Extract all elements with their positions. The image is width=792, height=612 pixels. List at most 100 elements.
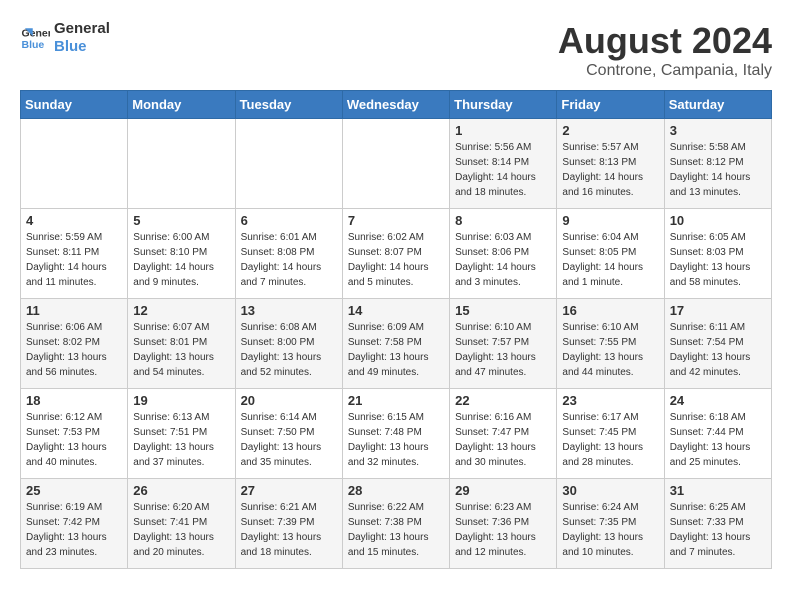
day-cell: 18 Sunrise: 6:12 AM Sunset: 7:53 PM Dayli… <box>21 389 128 479</box>
day-header-friday: Friday <box>557 91 664 119</box>
day-info: Sunrise: 6:12 AM Sunset: 7:53 PM Dayligh… <box>26 410 122 470</box>
day-info: Sunrise: 6:17 AM Sunset: 7:45 PM Dayligh… <box>562 410 658 470</box>
day-number: 15 <box>455 303 551 318</box>
day-info: Sunrise: 6:15 AM Sunset: 7:48 PM Dayligh… <box>348 410 444 470</box>
day-info: Sunrise: 6:24 AM Sunset: 7:35 PM Dayligh… <box>562 500 658 560</box>
day-number: 26 <box>133 483 229 498</box>
day-cell: 26 Sunrise: 6:20 AM Sunset: 7:41 PM Dayli… <box>128 479 235 569</box>
day-cell <box>128 119 235 209</box>
day-cell: 22 Sunrise: 6:16 AM Sunset: 7:47 PM Dayli… <box>450 389 557 479</box>
day-number: 31 <box>670 483 766 498</box>
day-number: 11 <box>26 303 122 318</box>
day-info: Sunrise: 6:03 AM Sunset: 8:06 PM Dayligh… <box>455 230 551 290</box>
day-cell: 5 Sunrise: 6:00 AM Sunset: 8:10 PM Daylig… <box>128 209 235 299</box>
location-subtitle: Controne, Campania, Italy <box>558 62 772 80</box>
day-number: 20 <box>241 393 337 408</box>
day-number: 7 <box>348 213 444 228</box>
day-cell: 16Sunrise: 6:10 AM Sunset: 7:55 PM Dayli… <box>557 299 664 389</box>
day-cell: 19Sunrise: 6:13 AM Sunset: 7:51 PM Dayli… <box>128 389 235 479</box>
day-info: Sunrise: 6:23 AM Sunset: 7:36 PM Dayligh… <box>455 500 551 560</box>
week-row-2: 4Sunrise: 5:59 AM Sunset: 8:11 PM Daylig… <box>21 209 772 299</box>
day-cell: 25 Sunrise: 6:19 AM Sunset: 7:42 PM Dayli… <box>21 479 128 569</box>
logo-icon: General Blue <box>20 23 50 53</box>
logo-line1: General <box>54 20 110 38</box>
day-number: 1 <box>455 123 551 138</box>
day-cell: 14Sunrise: 6:09 AM Sunset: 7:58 PM Dayli… <box>342 299 449 389</box>
day-number: 30 <box>562 483 658 498</box>
day-cell: 30 Sunrise: 6:24 AM Sunset: 7:35 PM Dayli… <box>557 479 664 569</box>
day-cell: 29Sunrise: 6:23 AM Sunset: 7:36 PM Dayli… <box>450 479 557 569</box>
day-number: 9 <box>562 213 658 228</box>
day-cell: 21Sunrise: 6:15 AM Sunset: 7:48 PM Dayli… <box>342 389 449 479</box>
day-cell: 4Sunrise: 5:59 AM Sunset: 8:11 PM Daylig… <box>21 209 128 299</box>
day-info: Sunrise: 5:59 AM Sunset: 8:11 PM Dayligh… <box>26 230 122 290</box>
day-number: 5 <box>133 213 229 228</box>
day-number: 12 <box>133 303 229 318</box>
day-header-saturday: Saturday <box>664 91 771 119</box>
day-number: 22 <box>455 393 551 408</box>
day-info: Sunrise: 5:56 AM Sunset: 8:14 PM Dayligh… <box>455 140 551 200</box>
day-cell: 17Sunrise: 6:11 AM Sunset: 7:54 PM Dayli… <box>664 299 771 389</box>
day-cell <box>342 119 449 209</box>
day-cell: 6Sunrise: 6:01 AM Sunset: 8:08 PM Daylig… <box>235 209 342 299</box>
day-info: Sunrise: 6:13 AM Sunset: 7:51 PM Dayligh… <box>133 410 229 470</box>
day-info: Sunrise: 6:19 AM Sunset: 7:42 PM Dayligh… <box>26 500 122 560</box>
day-header-tuesday: Tuesday <box>235 91 342 119</box>
day-header-thursday: Thursday <box>450 91 557 119</box>
day-info: Sunrise: 6:09 AM Sunset: 7:58 PM Dayligh… <box>348 320 444 380</box>
day-info: Sunrise: 6:00 AM Sunset: 8:10 PM Dayligh… <box>133 230 229 290</box>
day-cell: 11 Sunrise: 6:06 AM Sunset: 8:02 PM Dayli… <box>21 299 128 389</box>
day-cell: 3 Sunrise: 5:58 AM Sunset: 8:12 PM Daylig… <box>664 119 771 209</box>
page-header: General Blue General Blue August 2024 Co… <box>20 20 772 80</box>
day-header-sunday: Sunday <box>21 91 128 119</box>
day-number: 8 <box>455 213 551 228</box>
week-row-4: 18 Sunrise: 6:12 AM Sunset: 7:53 PM Dayli… <box>21 389 772 479</box>
day-number: 2 <box>562 123 658 138</box>
day-info: Sunrise: 5:57 AM Sunset: 8:13 PM Dayligh… <box>562 140 658 200</box>
header-row: SundayMondayTuesdayWednesdayThursdayFrid… <box>21 91 772 119</box>
day-info: Sunrise: 6:05 AM Sunset: 8:03 PM Dayligh… <box>670 230 766 290</box>
day-number: 18 <box>26 393 122 408</box>
day-info: Sunrise: 6:01 AM Sunset: 8:08 PM Dayligh… <box>241 230 337 290</box>
day-cell: 9Sunrise: 6:04 AM Sunset: 8:05 PM Daylig… <box>557 209 664 299</box>
svg-text:Blue: Blue <box>22 39 45 51</box>
day-cell: 20 Sunrise: 6:14 AM Sunset: 7:50 PM Dayli… <box>235 389 342 479</box>
day-cell: 8 Sunrise: 6:03 AM Sunset: 8:06 PM Daylig… <box>450 209 557 299</box>
title-block: August 2024 Controne, Campania, Italy <box>558 20 772 80</box>
week-row-5: 25 Sunrise: 6:19 AM Sunset: 7:42 PM Dayli… <box>21 479 772 569</box>
logo-line2: Blue <box>54 38 110 56</box>
day-number: 23 <box>562 393 658 408</box>
day-cell <box>21 119 128 209</box>
svg-text:General: General <box>22 28 51 40</box>
day-info: Sunrise: 6:06 AM Sunset: 8:02 PM Dayligh… <box>26 320 122 380</box>
day-info: Sunrise: 6:10 AM Sunset: 7:57 PM Dayligh… <box>455 320 551 380</box>
day-number: 24 <box>670 393 766 408</box>
day-cell: 28Sunrise: 6:22 AM Sunset: 7:38 PM Dayli… <box>342 479 449 569</box>
day-number: 25 <box>26 483 122 498</box>
week-row-1: 1 Sunrise: 5:56 AM Sunset: 8:14 PM Daylig… <box>21 119 772 209</box>
day-number: 28 <box>348 483 444 498</box>
day-cell: 2 Sunrise: 5:57 AM Sunset: 8:13 PM Daylig… <box>557 119 664 209</box>
day-info: Sunrise: 6:14 AM Sunset: 7:50 PM Dayligh… <box>241 410 337 470</box>
day-info: Sunrise: 6:21 AM Sunset: 7:39 PM Dayligh… <box>241 500 337 560</box>
day-number: 16 <box>562 303 658 318</box>
day-number: 27 <box>241 483 337 498</box>
day-cell <box>235 119 342 209</box>
day-cell: 23 Sunrise: 6:17 AM Sunset: 7:45 PM Dayli… <box>557 389 664 479</box>
day-info: Sunrise: 6:18 AM Sunset: 7:44 PM Dayligh… <box>670 410 766 470</box>
calendar-table: SundayMondayTuesdayWednesdayThursdayFrid… <box>20 90 772 569</box>
day-info: Sunrise: 6:08 AM Sunset: 8:00 PM Dayligh… <box>241 320 337 380</box>
day-info: Sunrise: 6:20 AM Sunset: 7:41 PM Dayligh… <box>133 500 229 560</box>
day-info: Sunrise: 5:58 AM Sunset: 8:12 PM Dayligh… <box>670 140 766 200</box>
day-cell: 15 Sunrise: 6:10 AM Sunset: 7:57 PM Dayli… <box>450 299 557 389</box>
week-row-3: 11 Sunrise: 6:06 AM Sunset: 8:02 PM Dayli… <box>21 299 772 389</box>
day-number: 13 <box>241 303 337 318</box>
day-cell: 13 Sunrise: 6:08 AM Sunset: 8:00 PM Dayli… <box>235 299 342 389</box>
day-number: 3 <box>670 123 766 138</box>
day-info: Sunrise: 6:02 AM Sunset: 8:07 PM Dayligh… <box>348 230 444 290</box>
day-cell: 24 Sunrise: 6:18 AM Sunset: 7:44 PM Dayli… <box>664 389 771 479</box>
day-info: Sunrise: 6:16 AM Sunset: 7:47 PM Dayligh… <box>455 410 551 470</box>
day-cell: 27 Sunrise: 6:21 AM Sunset: 7:39 PM Dayli… <box>235 479 342 569</box>
day-info: Sunrise: 6:11 AM Sunset: 7:54 PM Dayligh… <box>670 320 766 380</box>
logo: General Blue General Blue <box>20 20 110 56</box>
